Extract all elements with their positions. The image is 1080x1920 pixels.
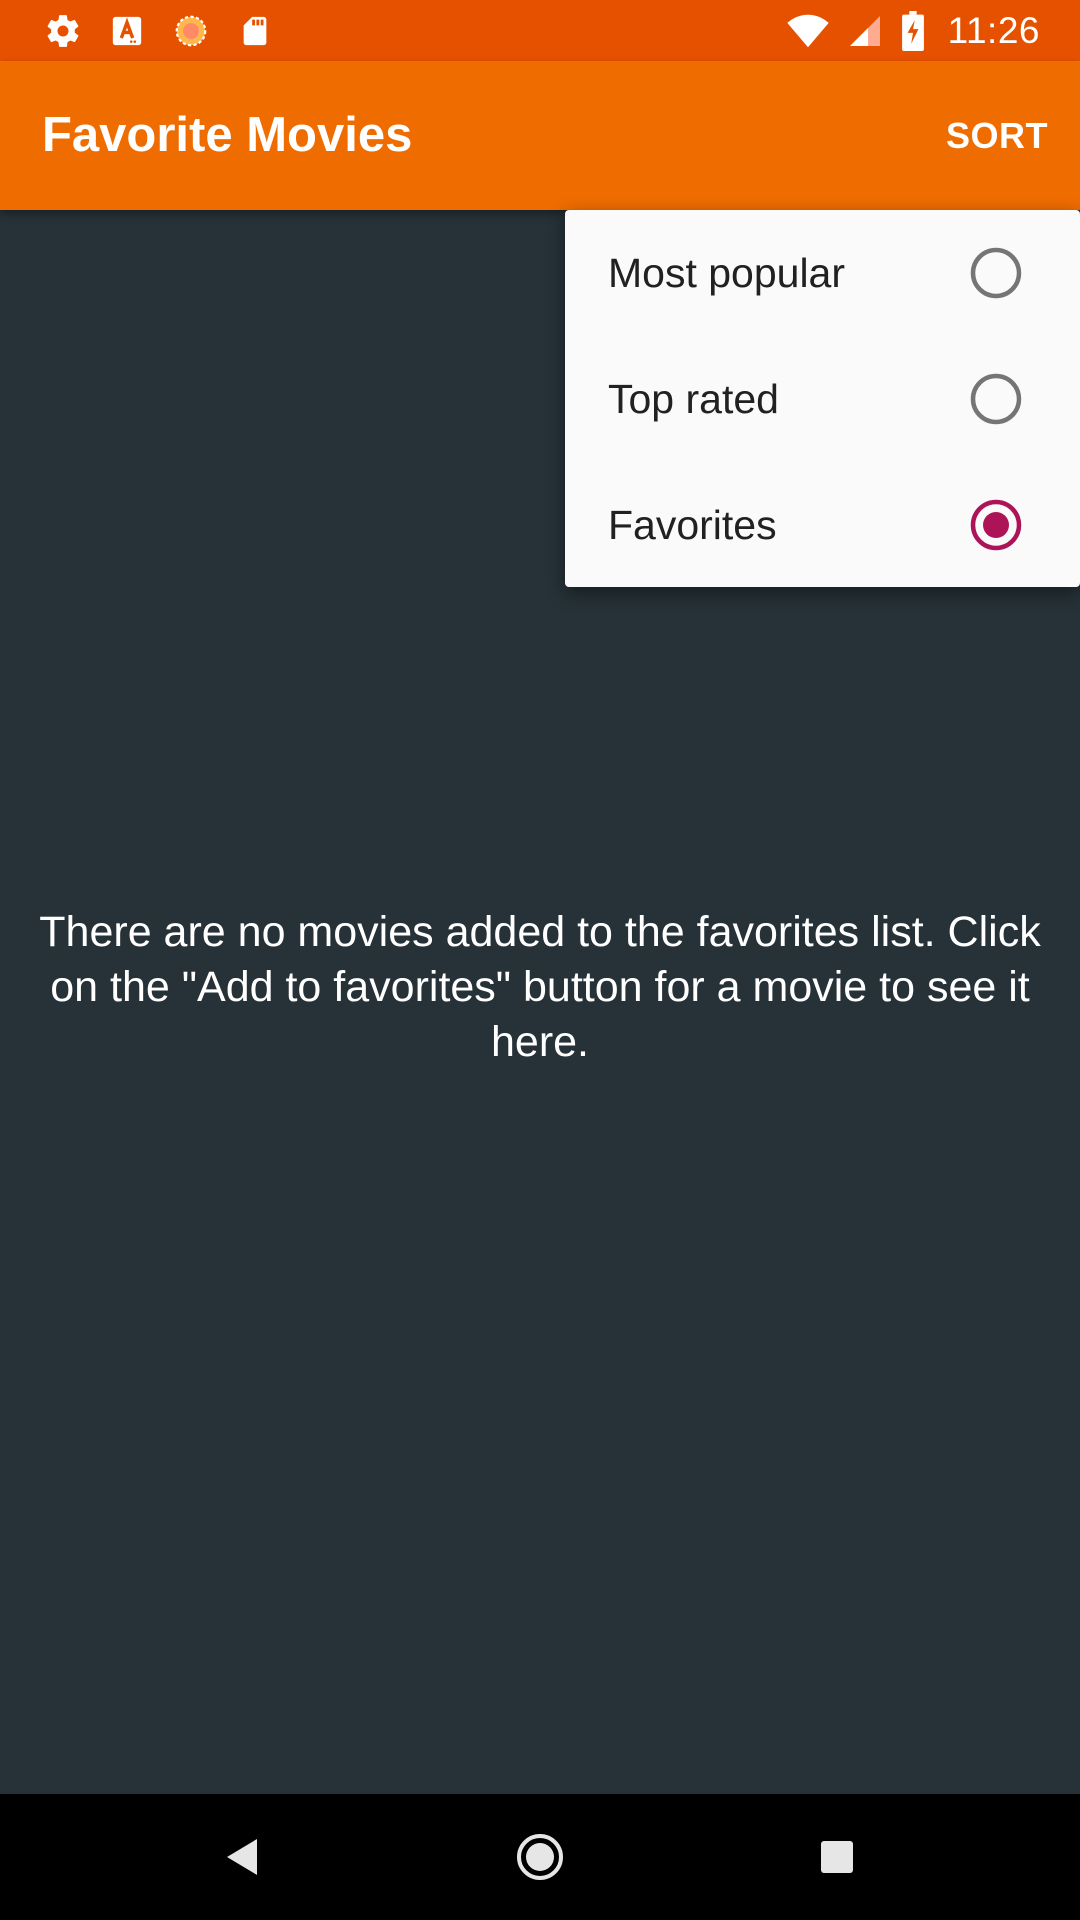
menu-item-most-popular[interactable]: Most popular [565, 210, 1080, 336]
page-title: Favorite Movies [42, 108, 413, 162]
menu-item-label: Most popular [608, 250, 846, 296]
app-toolbar: Favorite Movies SORT [0, 61, 1080, 210]
recents-icon[interactable] [757, 1794, 917, 1920]
home-icon[interactable] [460, 1794, 620, 1920]
radio-unchecked-icon[interactable] [970, 247, 1022, 299]
menu-item-favorites[interactable]: Favorites [565, 462, 1080, 588]
sd-card-icon [236, 12, 274, 50]
sync-icon [172, 12, 210, 50]
back-icon[interactable] [162, 1794, 322, 1920]
a-notification-icon [108, 12, 146, 50]
navigation-bar [0, 1794, 1080, 1920]
radio-checked-icon[interactable] [970, 499, 1022, 551]
battery-charging-icon [900, 10, 926, 51]
menu-item-label: Top rated [608, 376, 779, 422]
wifi-icon [786, 12, 830, 50]
signal-icon [846, 12, 884, 50]
sort-menu: Most popular Top rated Favorites [565, 210, 1080, 587]
empty-favorites-message: There are no movies added to the favorit… [39, 908, 1041, 1066]
radio-unchecked-icon[interactable] [970, 373, 1022, 425]
gear-icon [44, 12, 82, 50]
menu-item-top-rated[interactable]: Top rated [565, 336, 1080, 462]
status-bar-system-icons: 11:26 [786, 0, 1040, 61]
status-bar-notification-icons [44, 0, 274, 61]
menu-item-label: Favorites [608, 502, 777, 548]
sort-button[interactable]: SORT [946, 61, 1048, 210]
status-time: 11:26 [947, 9, 1040, 51]
status-bar: 11:26 [0, 0, 1080, 61]
